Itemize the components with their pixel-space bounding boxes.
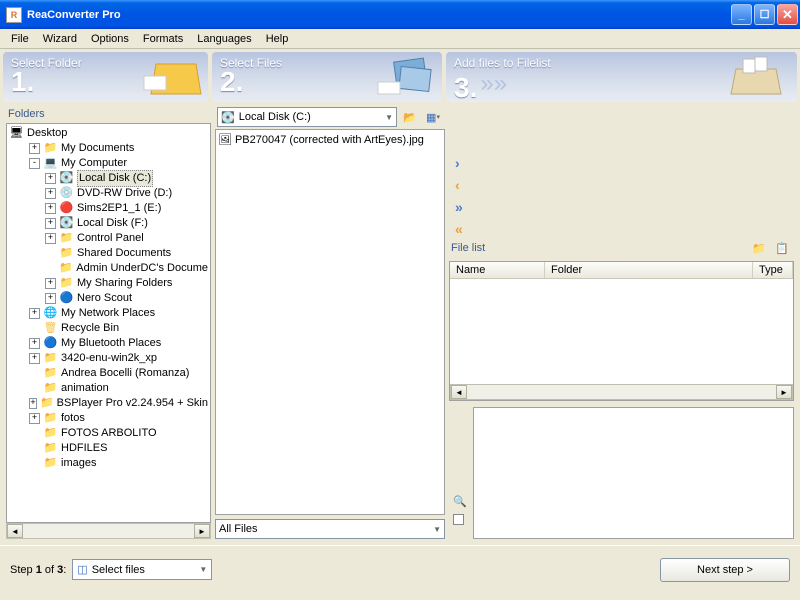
chevron-down-icon: ▼ xyxy=(433,525,441,534)
tree-item[interactable]: -💻My Computer xyxy=(9,156,208,171)
remove-all-button[interactable]: « xyxy=(455,221,473,235)
next-step-button[interactable]: Next step > xyxy=(660,558,790,582)
image-file-icon: 🖼 xyxy=(218,133,232,146)
menu-wizard[interactable]: Wizard xyxy=(36,31,84,47)
filelist-scrollbar[interactable]: ◄ ► xyxy=(450,384,793,400)
preview-pane xyxy=(473,407,794,539)
tree-item[interactable]: +💽Local Disk (C:) xyxy=(9,171,208,186)
step-3-banner: Add files to Filelist 3. »» xyxy=(446,52,797,102)
disk-icon: 💽 xyxy=(221,111,235,124)
file-row[interactable]: 🖼 PB270047 (corrected with ArtEyes).jpg xyxy=(218,132,442,147)
tree-item[interactable]: +📁3420-enu-win2k_xp xyxy=(9,351,208,366)
add-file-button[interactable]: › xyxy=(455,155,473,169)
up-folder-button[interactable]: 📂 xyxy=(400,107,420,127)
filebox-art-icon xyxy=(721,54,791,102)
photos-art-icon xyxy=(370,54,440,102)
menubar: File Wizard Options Formats Languages He… xyxy=(0,29,800,49)
preview-check[interactable] xyxy=(453,514,464,525)
tree-item[interactable]: 🗑Recycle Bin xyxy=(9,321,208,336)
tree-item[interactable]: +💿DVD-RW Drive (D:) xyxy=(9,186,208,201)
tree-item[interactable]: +🔵My Bluetooth Places xyxy=(9,336,208,351)
scroll-right-button[interactable]: ► xyxy=(776,385,792,399)
maximize-button[interactable]: ☐ xyxy=(754,4,775,25)
tree-item[interactable]: 📁animation xyxy=(9,381,208,396)
view-mode-button[interactable]: ▦▾ xyxy=(423,107,443,127)
tree-item[interactable]: +🔵Nero Scout xyxy=(9,291,208,306)
step-2-banner: Select Files 2. xyxy=(212,52,442,102)
tree-root[interactable]: 🖥Desktop xyxy=(9,126,208,141)
col-folder[interactable]: Folder xyxy=(545,262,753,278)
tree-item[interactable]: +📁Control Panel xyxy=(9,231,208,246)
tree-item[interactable]: 📁Shared Documents xyxy=(9,246,208,261)
folder-tree[interactable]: 🖥Desktop+📁My Documents-💻My Computer+💽Loc… xyxy=(6,123,211,523)
col-name[interactable]: Name xyxy=(450,262,545,278)
tree-item[interactable]: +🌐My Network Places xyxy=(9,306,208,321)
app-icon: R xyxy=(6,7,22,23)
menu-help[interactable]: Help xyxy=(259,31,296,47)
menu-options[interactable]: Options xyxy=(84,31,136,47)
drive-combo[interactable]: 💽 Local Disk (C:) ▼ xyxy=(217,107,397,127)
close-button[interactable]: ✕ xyxy=(777,4,798,25)
scroll-left-button[interactable]: ◄ xyxy=(7,524,23,538)
filelist-tool2-button[interactable]: 📋 xyxy=(772,238,792,258)
tree-item[interactable]: +📁BSPlayer Pro v2.24.954 + Skin xyxy=(9,396,208,411)
filelist-table[interactable]: Name Folder Type ◄ ► xyxy=(449,261,794,401)
chevron-down-icon: ▼ xyxy=(199,565,207,574)
menu-formats[interactable]: Formats xyxy=(136,31,190,47)
window-title: ReaConverter Pro xyxy=(27,9,121,21)
tree-item[interactable]: 📁Andrea Bocelli (Romanza) xyxy=(9,366,208,381)
remove-file-button[interactable]: ‹ xyxy=(455,177,473,191)
tree-item[interactable]: 📁HDFILES xyxy=(9,441,208,456)
minimize-button[interactable]: _ xyxy=(731,4,752,25)
footer: Step 1 of 3: ◫ Select files ▼ Next step … xyxy=(0,545,800,593)
scroll-right-button[interactable]: ► xyxy=(194,524,210,538)
scroll-left-button[interactable]: ◄ xyxy=(451,385,467,399)
tree-scrollbar[interactable]: ◄ ► xyxy=(6,523,211,539)
step-icon: ◫ xyxy=(77,563,87,576)
step-1-banner: Select Folder 1. xyxy=(3,52,208,102)
filelist-tool1-button[interactable]: 📁 xyxy=(749,238,769,258)
filelist-label: File list xyxy=(451,242,485,254)
menu-file[interactable]: File xyxy=(4,31,36,47)
chevron-down-icon: ▼ xyxy=(385,113,393,122)
files-pane[interactable]: 🖼 PB270047 (corrected with ArtEyes).jpg xyxy=(215,129,445,515)
tree-item[interactable]: +📁My Sharing Folders xyxy=(9,276,208,291)
step-indicator: Step 1 of 3: xyxy=(10,564,66,576)
col-type[interactable]: Type xyxy=(753,262,793,278)
add-all-button[interactable]: » xyxy=(455,199,473,213)
tree-item[interactable]: 📁FOTOS ARBOLITO xyxy=(9,426,208,441)
titlebar: R ReaConverter Pro _ ☐ ✕ xyxy=(0,0,800,29)
tree-item[interactable]: +💽Local Disk (F:) xyxy=(9,216,208,231)
filter-combo[interactable]: All Files ▼ xyxy=(215,519,445,539)
menu-languages[interactable]: Languages xyxy=(190,31,258,47)
folder-art-icon xyxy=(136,54,206,102)
folders-label: Folders xyxy=(6,105,211,123)
tree-item[interactable]: 📁images xyxy=(9,456,208,471)
preview-toggle-button[interactable]: 🔍 xyxy=(453,495,473,508)
tree-item[interactable]: +📁fotos xyxy=(9,411,208,426)
tree-item[interactable]: 📁Admin UnderDC's Docume xyxy=(9,261,208,276)
tree-item[interactable]: +📁My Documents xyxy=(9,141,208,156)
step-select-combo[interactable]: ◫ Select files ▼ xyxy=(72,559,212,580)
tree-item[interactable]: +🔴Sims2EP1_1 (E:) xyxy=(9,201,208,216)
